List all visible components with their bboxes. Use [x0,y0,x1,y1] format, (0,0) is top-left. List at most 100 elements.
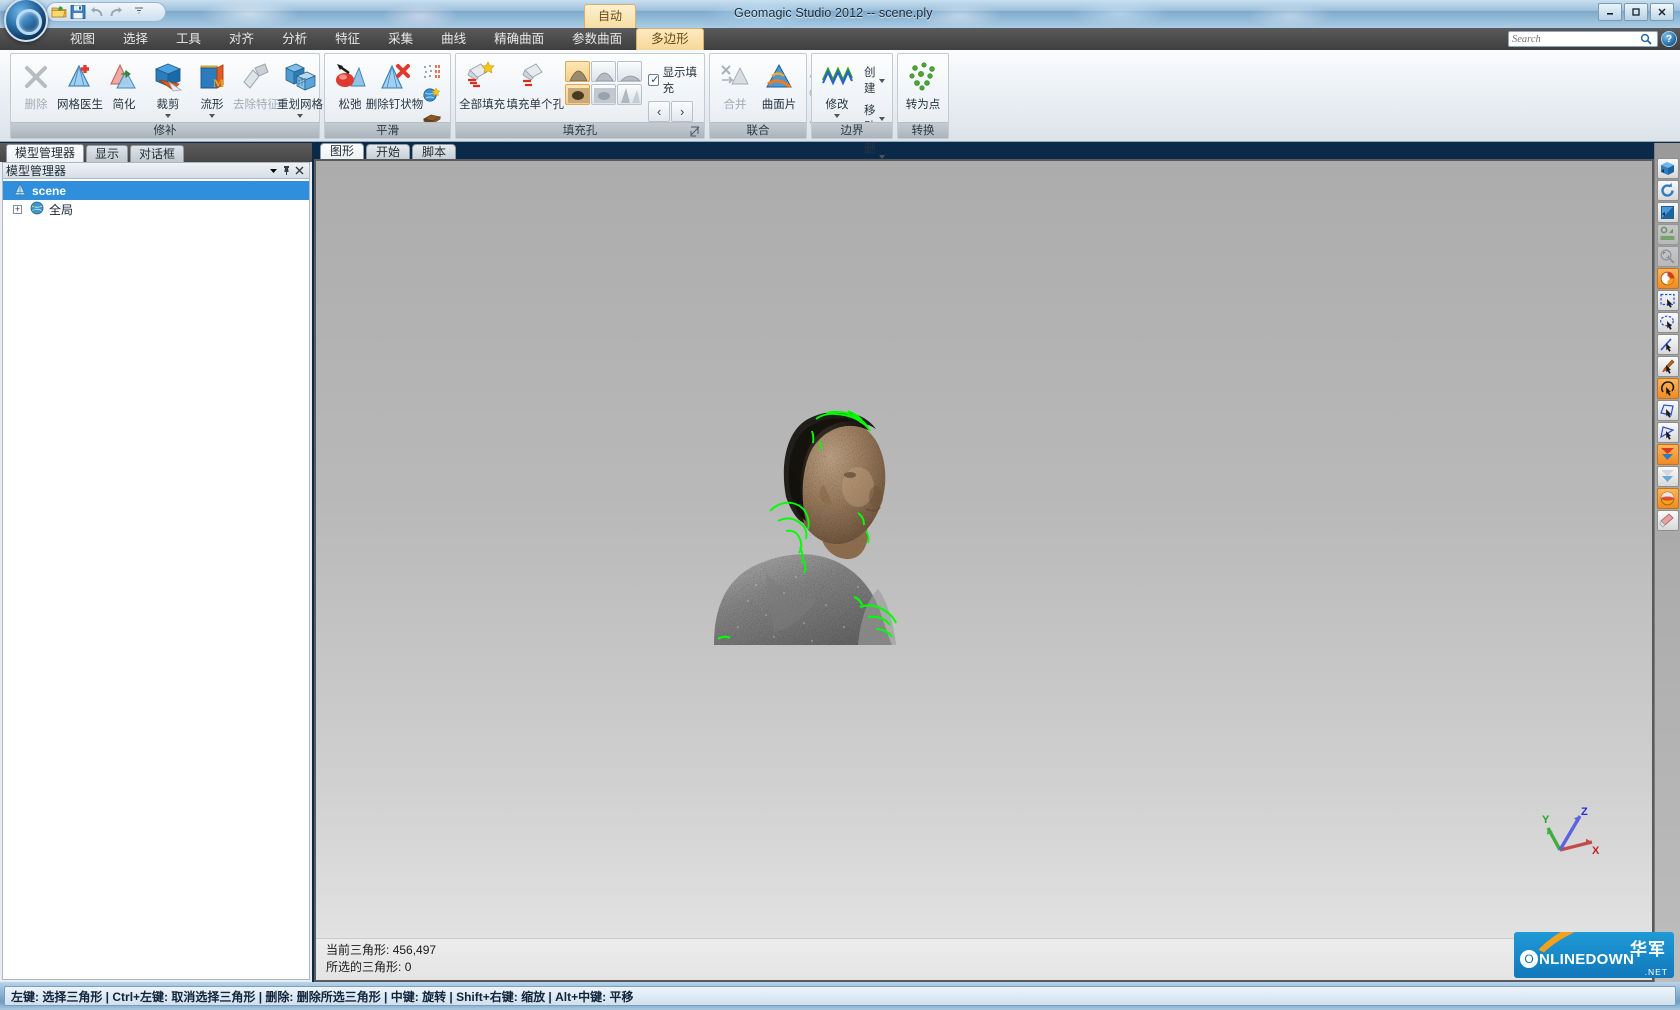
remove-feature-button[interactable]: 去除特征 [233,57,279,112]
box-view-icon[interactable] [1656,158,1679,179]
help-icon[interactable]: ? [1661,31,1677,47]
dialog-launcher-icon[interactable] [689,125,701,137]
chevron-down-icon[interactable] [133,4,149,20]
curvature-fill-tile[interactable] [565,61,591,82]
ribbon-tab-exact-surface[interactable]: 精确曲面 [480,28,558,50]
fill-all-button[interactable]: 全部填充 [459,57,505,112]
ribbon-tab-feature[interactable]: 特征 [321,28,374,50]
delete-button[interactable]: 删除 [14,57,58,112]
patch-button[interactable]: 曲面片 [757,57,801,112]
chevron-down-icon[interactable] [834,114,840,118]
tab-dialogs[interactable]: 对话框 [130,145,185,162]
shade-orange-icon[interactable] [1656,268,1679,289]
polygon-select-icon[interactable] [1656,400,1679,421]
3d-canvas[interactable]: Y Z X [316,161,1652,938]
next-hole-button[interactable]: › [671,101,694,122]
save-icon[interactable] [70,4,86,20]
expand-icon[interactable]: + [13,205,22,214]
simplify-button[interactable]: 简化 [102,57,146,112]
ribbon-tab-capture[interactable]: 采集 [374,28,427,50]
ribbon-tab-polygon[interactable]: 多边形 [636,28,704,50]
trim-button[interactable]: 裁剪 [146,57,190,118]
lasso-select-icon[interactable] [1656,378,1679,399]
ribbon-tab-align[interactable]: 对齐 [215,28,268,50]
pin-icon[interactable] [280,164,293,177]
chevron-down-icon[interactable] [879,79,885,83]
convert-to-points-button[interactable]: 转为点 [901,57,945,112]
search-box[interactable] [1508,31,1658,47]
ribbon-group-boundary-title: 边界 [812,122,892,138]
previous-hole-button[interactable]: ‹ [648,101,671,122]
remesh-icon [283,60,317,94]
fill-single-hole-button[interactable]: 填充单个孔 [505,57,565,112]
search-icon[interactable] [1640,33,1652,45]
application-orb-button[interactable] [4,0,48,42]
chevron-down-icon[interactable] [267,164,280,177]
ribbon-group-repair-title: 修补 [11,122,319,138]
close-icon[interactable] [293,164,306,177]
auto-tab[interactable]: 自动 [584,4,636,28]
tab-model-manager[interactable]: 模型管理器 [6,144,85,162]
maximize-button[interactable] [1624,3,1648,21]
flat-fill-tile[interactable] [617,61,643,82]
object-ground-icon[interactable] [1656,224,1679,245]
scanned-model-3d[interactable] [708,401,908,646]
whole-hole-tile[interactable] [565,84,591,105]
remesh-button[interactable]: 重划网格 [277,57,323,118]
ribbon-tab-tools[interactable]: 工具 [162,28,215,50]
plane-view-icon[interactable] [1656,202,1679,223]
select-through-icon[interactable] [1656,444,1679,465]
ribbon-tab-select[interactable]: 选择 [109,28,162,50]
line-select-icon[interactable] [1656,334,1679,355]
chevron-down-icon[interactable] [209,114,215,118]
remove-spikes-button[interactable]: 删除钉状物 [366,57,423,112]
bridge-tile[interactable] [617,84,643,105]
tab-graphics[interactable]: 图形 [320,143,365,159]
tab-display[interactable]: 显示 [86,145,129,162]
ribbon-group-convert-title: 转换 [898,122,948,138]
ellipse-select-icon[interactable] [1656,312,1679,333]
tangent-fill-tile[interactable] [591,61,617,82]
zoom-fit-icon[interactable] [1656,246,1679,267]
globe-star-icon[interactable] [419,84,445,105]
boundary-create-button[interactable]: 创建 [862,63,887,97]
remove-feature-icon [239,60,273,94]
tree-item-global[interactable]: + 全局 [3,200,309,219]
merge-button[interactable]: 合并 [713,57,757,112]
paint-select-icon[interactable] [1656,356,1679,377]
fill-nav-row: ‹ › [648,101,701,122]
mesh-doctor-button[interactable]: 网格医生 [57,57,103,112]
svg-text:Z: Z [1581,806,1588,818]
modify-boundary-button[interactable]: 修改 [815,57,859,118]
remove-spikes-label: 删除钉状物 [365,99,424,111]
ribbon-tab-view[interactable]: 视图 [56,28,109,50]
sphere-color-icon[interactable] [1656,488,1679,509]
ribbon-tab-curve[interactable]: 曲线 [427,28,480,50]
convert-to-points-label: 转为点 [905,99,941,111]
tab-script[interactable]: 脚本 [412,144,457,159]
chevron-down-icon[interactable] [297,114,303,118]
ribbon-tab-param-surface[interactable]: 参数曲面 [558,28,636,50]
partial-hole-tile[interactable] [591,84,617,105]
rect-select-icon[interactable] [1656,290,1679,311]
chevron-down-icon[interactable] [879,117,885,121]
redo-icon [108,4,124,20]
manifold-button[interactable]: M 流形 [190,57,234,118]
tree-item-scene[interactable]: scene [3,181,309,200]
patch-label: 曲面片 [761,99,797,111]
chevron-down-icon[interactable] [165,114,171,118]
open-folder-icon[interactable] [51,4,67,20]
show-fill-checkbox[interactable]: 显示填充 [648,64,701,96]
minimize-button[interactable] [1598,3,1622,21]
status-bar-inner: 左键: 选择三角形 | Ctrl+左键: 取消选择三角形 | 删除: 删除所选三… [4,986,1676,1006]
axis-triad-indicator: Y Z X [1542,806,1600,857]
search-input[interactable] [1512,33,1640,45]
ribbon-tab-analysis[interactable]: 分析 [268,28,321,50]
rotate-icon[interactable] [1656,180,1679,201]
sandpaper-icon[interactable] [419,61,445,82]
select-visible-icon[interactable] [1656,466,1679,487]
close-button[interactable] [1650,3,1674,21]
tab-start[interactable]: 开始 [366,144,411,159]
eraser-icon[interactable] [1656,510,1679,531]
freeform-select-icon[interactable] [1656,422,1679,443]
